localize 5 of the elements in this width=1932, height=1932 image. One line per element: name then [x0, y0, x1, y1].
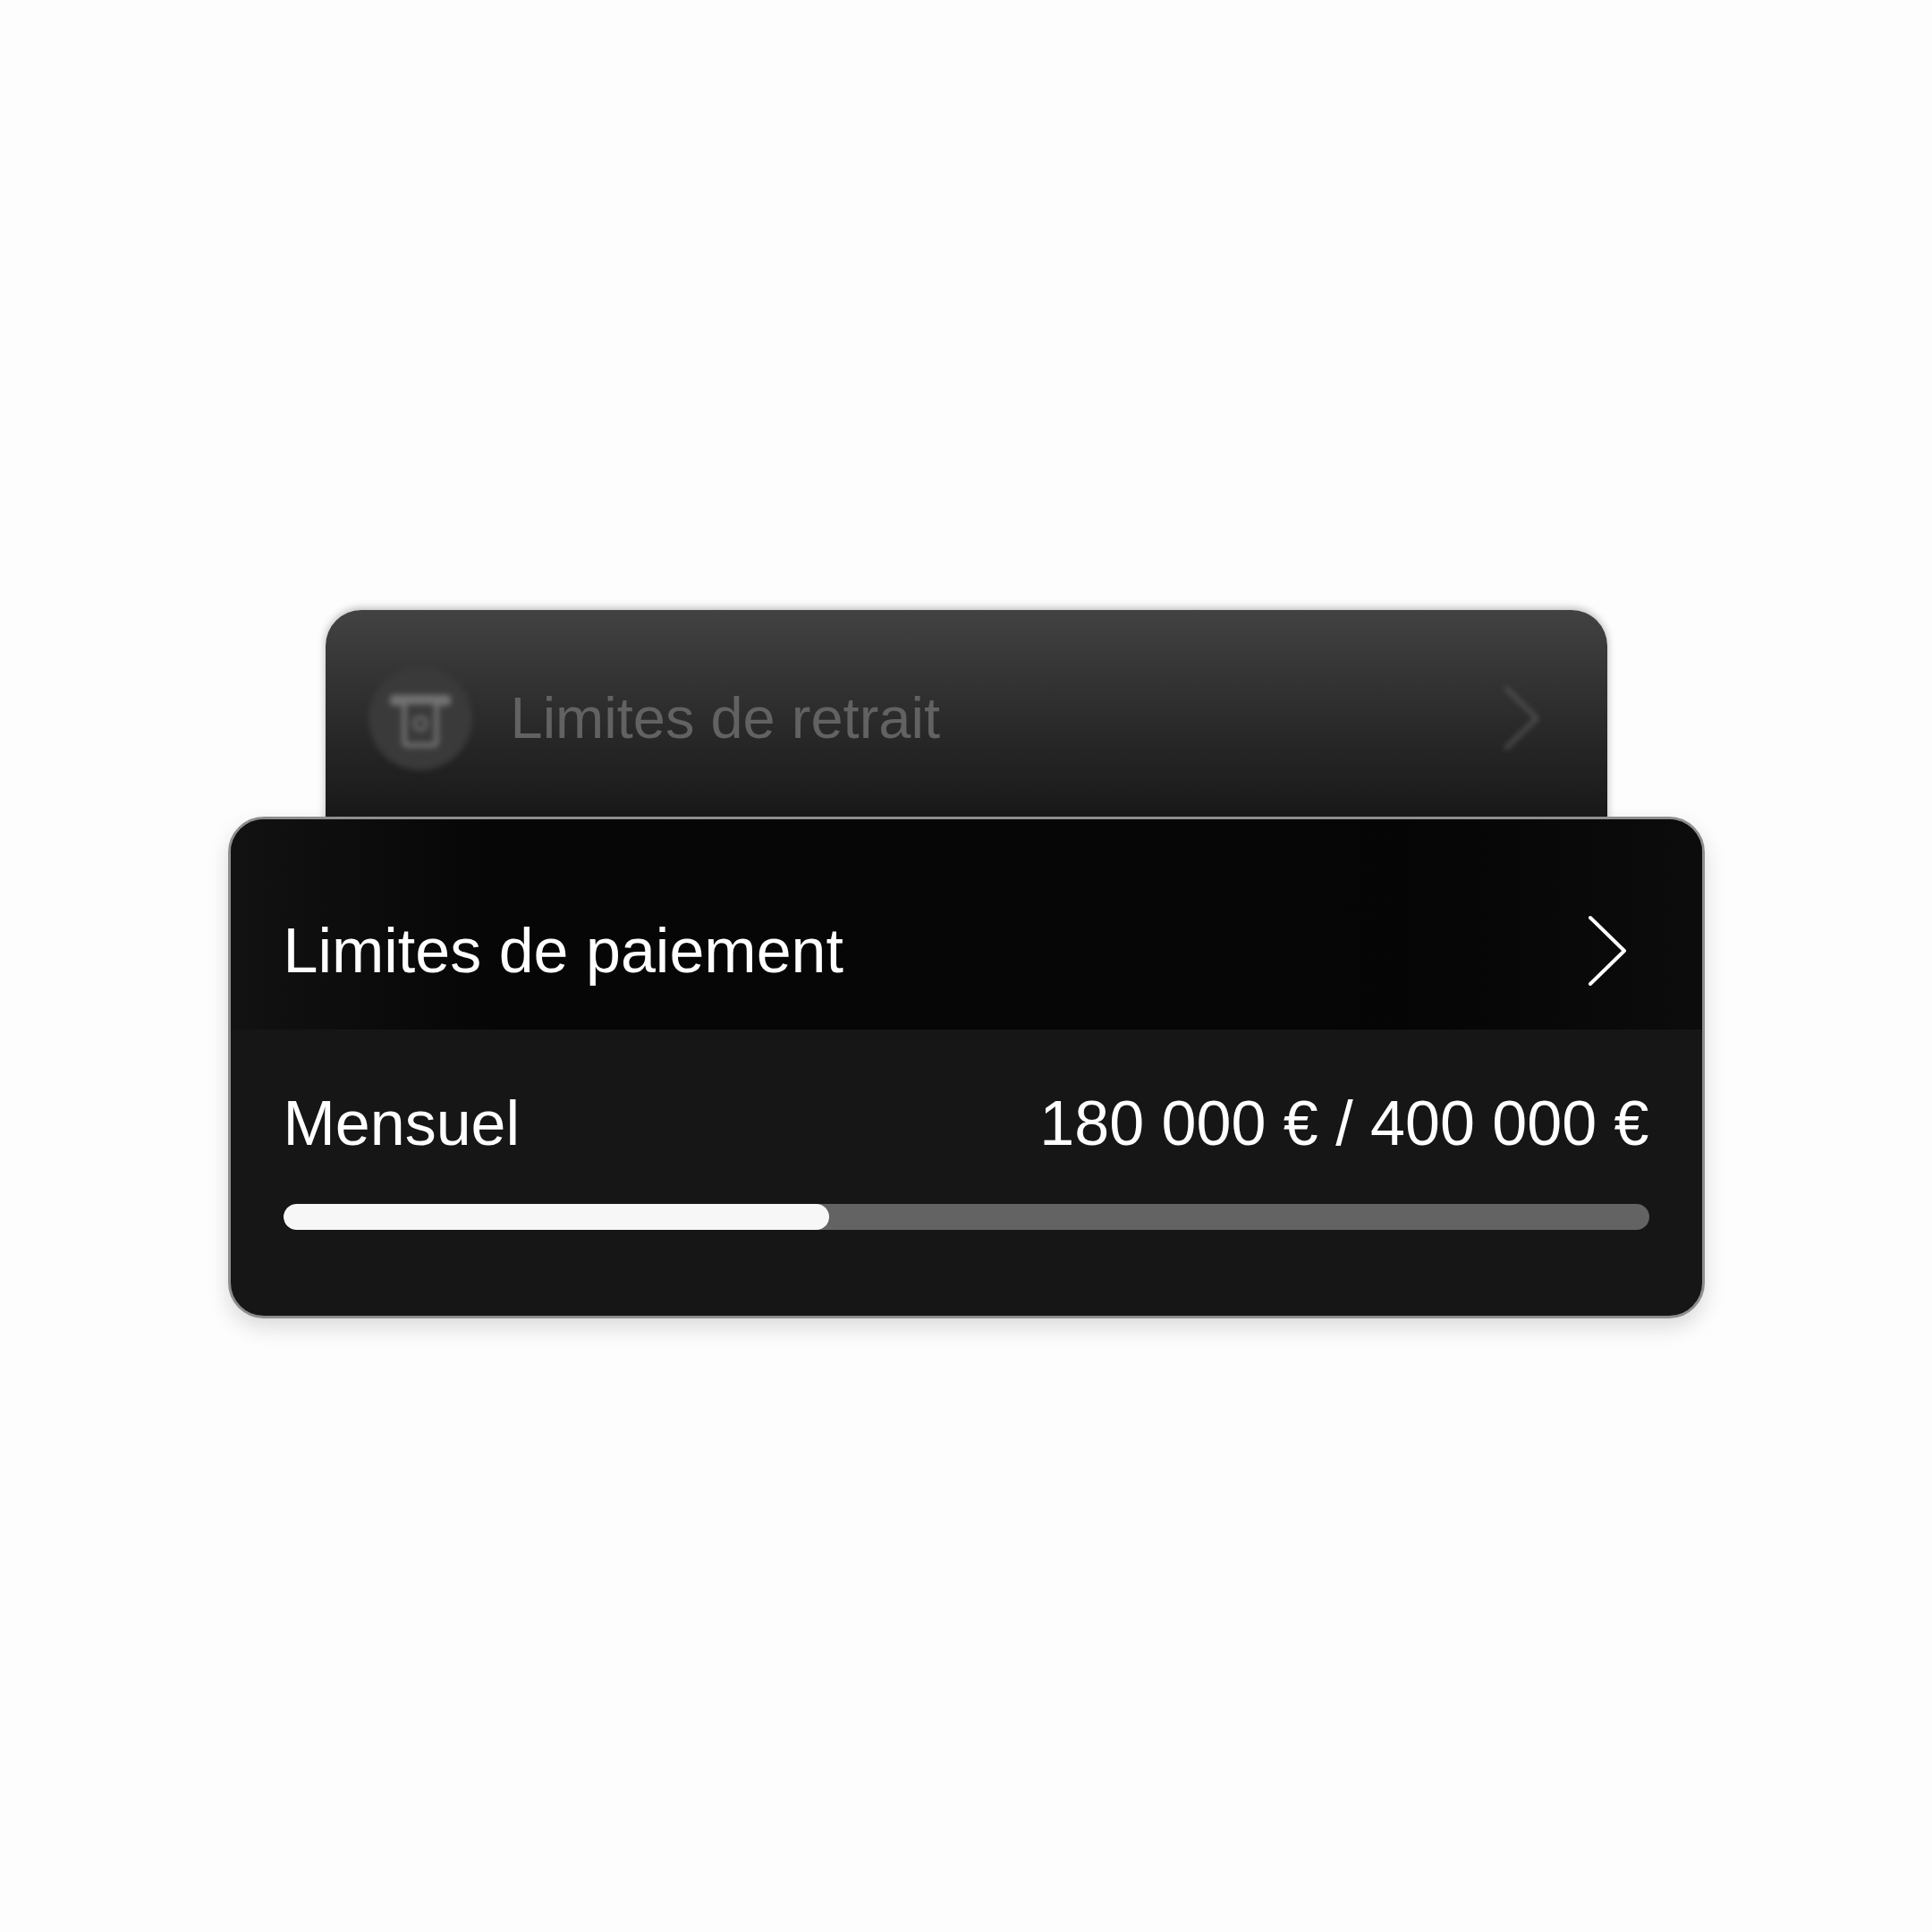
card-title: Limites de retrait [510, 684, 940, 752]
card-title: Limites de paiement [283, 915, 843, 987]
period-label: Mensuel [283, 1088, 521, 1159]
card-header[interactable]: Limites de paiement [230, 819, 1702, 1030]
amount-value: 180 000 € / 400 000 € [1039, 1088, 1649, 1159]
